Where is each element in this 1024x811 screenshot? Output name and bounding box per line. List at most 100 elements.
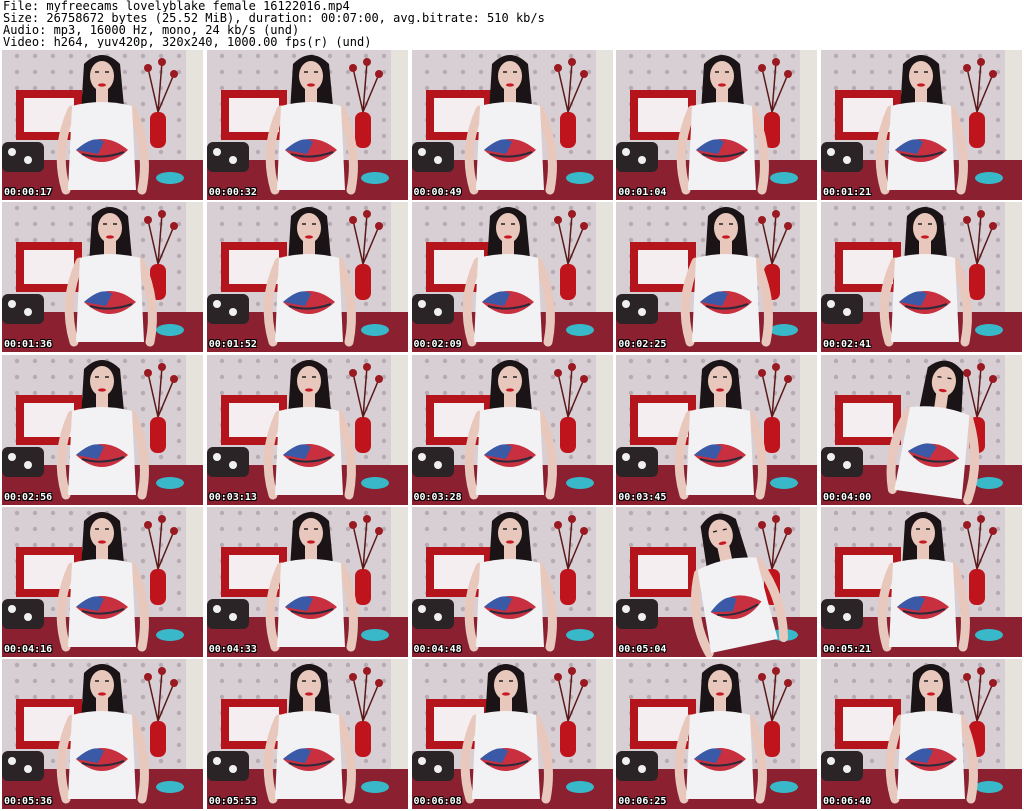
wallpaper-pattern [995,302,1001,307]
teal-object [360,628,389,641]
wallpaper-pattern [14,69,20,75]
flower [977,514,985,523]
thumbnail-scene [206,354,408,505]
wallpaper-pattern [959,222,965,227]
wallpaper-pattern [851,238,857,243]
wallpaper-pattern [140,206,146,211]
wallpaper-pattern [86,510,92,515]
wallpaper-pattern [995,254,1001,259]
wallpaper-pattern [586,510,591,515]
flower [348,520,357,529]
wallpaper-pattern [381,438,386,443]
wallpaper-pattern [140,117,146,123]
wallpaper-pattern [442,390,447,395]
wallpaper-pattern [683,222,688,227]
lips [921,235,929,239]
wallpaper-pattern [32,390,38,395]
wallpaper-pattern [32,678,38,684]
wallpaper-pattern [532,206,537,211]
flower [158,514,166,523]
wallpaper-pattern [273,662,278,668]
pillow [411,598,454,629]
wallpaper-pattern [869,510,875,515]
flower [362,514,371,523]
wallpaper-pattern [647,662,652,668]
door-frame [390,202,408,313]
wallpaper-pattern [460,678,465,684]
wallpaper-pattern [50,694,56,700]
wallpaper-pattern [737,206,742,211]
wallpaper-pattern [381,454,386,459]
wallpaper-pattern [833,662,839,668]
wallpaper-pattern [995,149,1001,155]
wallpaper-pattern [158,662,164,668]
wallpaper-pattern [327,678,332,684]
flower [170,374,178,383]
lips [927,692,935,696]
wallpaper-pattern [665,374,670,379]
wallpaper-pattern [363,454,368,459]
thumbnail-scene [821,354,1022,505]
wallpaper-pattern [887,358,893,363]
wallpaper-pattern [345,85,350,91]
wallpaper-pattern [586,606,591,611]
pillow [821,294,863,325]
wallpaper-pattern [122,374,128,379]
wallpaper-pattern [941,85,947,91]
wallpaper-pattern [550,254,555,259]
wallpaper-pattern [586,422,591,427]
wallpaper-pattern [381,149,386,155]
door-frame [595,354,613,465]
video-thumbnail: 00:01:36 [2,202,203,353]
pillow [821,446,863,477]
wallpaper-pattern [869,302,875,307]
wallpaper-pattern [140,101,146,107]
wallpaper-pattern [791,133,796,139]
wallpaper-pattern [381,206,386,211]
wallpaper-pattern [755,85,760,91]
thumbnail-scene [616,659,818,809]
wallpaper-pattern [755,390,760,395]
flower [989,374,997,383]
wallpaper-pattern [959,694,965,700]
wallpaper-pattern [291,206,296,211]
wallpaper-pattern [176,406,182,411]
wallpaper-pattern [833,53,839,59]
wallpaper-pattern [869,69,875,75]
wallpaper-pattern [791,438,796,443]
wallpaper-pattern [755,53,760,59]
wallpaper-pattern [791,302,796,307]
flower [567,58,576,66]
wallpaper-pattern [442,238,447,243]
wallpaper-pattern [140,574,146,579]
wallpaper-pattern [647,53,652,59]
wallpaper-pattern [219,678,224,684]
lips [501,692,510,696]
wallpaper-pattern [995,694,1001,700]
wallpaper-pattern [273,510,278,515]
wallpaper-pattern [273,358,278,363]
wallpaper-pattern [851,53,857,59]
thumbnail-timestamp: 00:02:56 [4,491,53,503]
thumbnail-timestamp: 00:05:21 [823,643,872,655]
wallpaper-pattern [140,69,146,75]
wallpaper-pattern [665,454,670,459]
wallpaper-pattern [424,222,429,227]
wallpaper-pattern [995,726,1001,732]
wallpaper-pattern [647,222,652,227]
wallpaper-pattern [14,206,20,211]
wallpaper-pattern [755,710,760,716]
wallpaper-pattern [755,101,760,107]
wallpaper-pattern [887,678,893,684]
wallpaper-pattern [791,238,796,243]
wallpaper-pattern [773,662,778,668]
wallpaper-pattern [629,53,634,59]
pillow-pattern [433,765,442,773]
wallpaper-pattern [959,254,965,259]
wallpaper-pattern [460,53,465,59]
wallpaper-pattern [629,222,634,227]
flower [158,362,166,371]
wallpaper-pattern [959,238,965,243]
wallpaper-pattern [363,510,368,515]
flower [772,667,781,675]
